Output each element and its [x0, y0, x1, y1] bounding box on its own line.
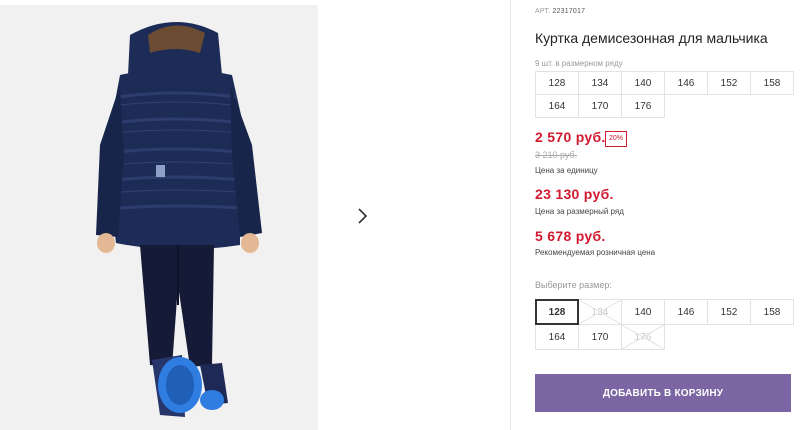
add-to-cart-button[interactable]: ДОБАВИТЬ В КОРЗИНУ	[535, 374, 791, 412]
product-title: Куртка демисезонная для мальчика	[535, 30, 768, 46]
size-row-cell: 140	[621, 71, 665, 95]
size-option-label: 170	[591, 331, 609, 343]
size-option-label: 128	[548, 306, 566, 318]
size-option[interactable]: 170	[578, 324, 622, 350]
old-price: 3 210 руб.	[535, 150, 578, 160]
size-option-label: 164	[548, 331, 566, 343]
product-photo	[0, 5, 318, 430]
size-option[interactable]: 128	[535, 299, 579, 325]
size-option[interactable]: 164	[535, 324, 579, 350]
rrp-price-caption: Рекомендуемая розничная цена	[535, 248, 656, 257]
size-row-cell: 176	[621, 94, 665, 118]
size-row-cell: 152	[707, 71, 751, 95]
sku: АРТ. 22317017	[535, 8, 585, 15]
boy-in-jacket-image	[0, 5, 318, 430]
unit-price: 2 570 руб.	[535, 129, 606, 145]
size-option[interactable]: 152	[707, 299, 751, 325]
size-option: 134	[578, 299, 622, 325]
size-option[interactable]: 146	[664, 299, 708, 325]
discount-badge: 20%	[605, 131, 628, 147]
gallery-next-button[interactable]	[342, 196, 382, 236]
size-row-cell: 128	[535, 71, 579, 95]
rrp-price: 5 678 руб.	[535, 228, 606, 244]
size-option-label: 146	[677, 306, 695, 318]
unavailable-cross-icon	[622, 325, 664, 349]
set-price: 23 130 руб.	[535, 186, 614, 202]
size-row-count: 9 шт. в размерном ряду	[535, 59, 623, 68]
size-option-label: 152	[720, 306, 738, 318]
sku-value: 22317017	[552, 8, 586, 15]
size-row-cell: 170	[578, 94, 622, 118]
size-select-grid: 128 134 140 146 152 158 164 170 176	[535, 299, 794, 350]
size-row-cell: 146	[664, 71, 708, 95]
size-option[interactable]: 158	[750, 299, 794, 325]
size-row-cell: 134	[578, 71, 622, 95]
size-option-label: 140	[634, 306, 652, 318]
choose-size-label: Выберите размер:	[535, 280, 612, 290]
unit-price-caption: Цена за единицу	[535, 166, 598, 175]
size-row-cell: 158	[750, 71, 794, 95]
size-row-cell: 164	[535, 94, 579, 118]
product-gallery	[0, 0, 510, 430]
size-option[interactable]: 140	[621, 299, 665, 325]
set-price-caption: Цена за размерный ряд	[535, 207, 624, 216]
unavailable-cross-icon	[579, 300, 621, 324]
size-row-grid: 128 134 140 146 152 158 164 170 176	[535, 71, 794, 118]
chevron-right-icon	[358, 208, 368, 224]
panel-divider	[510, 0, 511, 430]
size-option-label: 158	[763, 306, 781, 318]
size-option: 176	[621, 324, 665, 350]
sku-label: АРТ.	[535, 8, 551, 15]
